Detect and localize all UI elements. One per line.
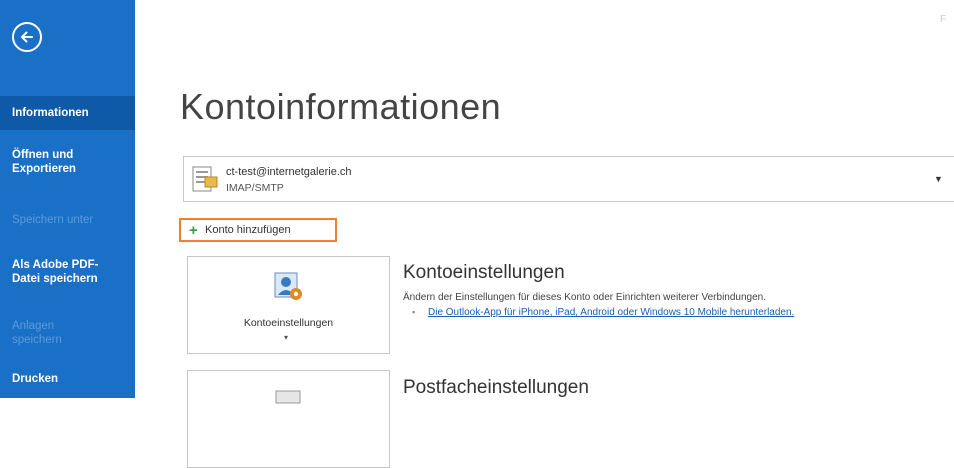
sidebar-item-informationen[interactable]: Informationen: [0, 96, 135, 130]
outlook-app-link[interactable]: Die Outlook-App für iPhone, iPad, Androi…: [428, 307, 794, 318]
sidebar-item-label: Anlagen: [12, 320, 55, 332]
mailbox-settings-card[interactable]: [187, 370, 390, 468]
sidebar-item-label: Informationen: [12, 107, 89, 119]
chevron-down-icon: ▾: [284, 333, 289, 342]
account-selector[interactable]: ct-test@internetgalerie.ch IMAP/SMTP ▼: [183, 156, 954, 202]
account-settings-title: Kontoeinstellungen: [403, 262, 565, 283]
sidebar-item-adobe-pdf[interactable]: Als Adobe PDF- Datei speichern: [0, 258, 135, 286]
bullet-icon: ▪: [412, 307, 416, 317]
account-type: IMAP/SMTP: [226, 182, 284, 194]
dropdown-arrow-icon[interactable]: ▼: [934, 174, 943, 184]
account-folder-icon: [192, 166, 218, 192]
sidebar-item-label-2: speichern: [12, 334, 62, 346]
page-title: Kontoinformationen: [180, 86, 502, 127]
sidebar-item-anlagen-speichern: Anlagen speichern: [0, 319, 135, 347]
sidebar-item-label-2: Datei speichern: [12, 273, 98, 285]
sidebar: Informationen Öffnen und Exportieren Spe…: [0, 0, 135, 398]
sidebar-item-label: Speichern unter: [12, 214, 94, 226]
sidebar-item-label: Drucken: [12, 373, 59, 385]
sidebar-item-speichern-unter: Speichern unter: [0, 213, 135, 227]
mailbox-settings-icon: [275, 390, 301, 404]
back-arrow-icon: [21, 31, 33, 43]
account-email: ct-test@internetgalerie.ch: [226, 166, 352, 178]
corner-text: F: [940, 14, 947, 25]
account-settings-card-label: Kontoeinstellungen: [243, 317, 334, 329]
account-settings-icon: [274, 272, 302, 300]
sidebar-item-label-2: Exportieren: [12, 163, 76, 175]
plus-icon: +: [189, 222, 198, 239]
sidebar-item-drucken[interactable]: Drucken: [0, 372, 135, 386]
mailbox-settings-title: Postfacheinstellungen: [403, 377, 589, 398]
sidebar-item-oeffnen-exportieren[interactable]: Öffnen und Exportieren: [0, 148, 135, 176]
back-button[interactable]: [12, 22, 42, 52]
account-settings-description: Ändern der Einstellungen für dieses Kont…: [403, 292, 767, 303]
account-settings-card[interactable]: Kontoeinstellungen ▾: [187, 256, 390, 354]
sidebar-item-label: Öffnen und: [12, 149, 74, 161]
add-account-button[interactable]: + Konto hinzufügen: [179, 218, 337, 242]
sidebar-item-label: Als Adobe PDF-: [12, 259, 99, 271]
add-account-label: Konto hinzufügen: [205, 224, 291, 236]
